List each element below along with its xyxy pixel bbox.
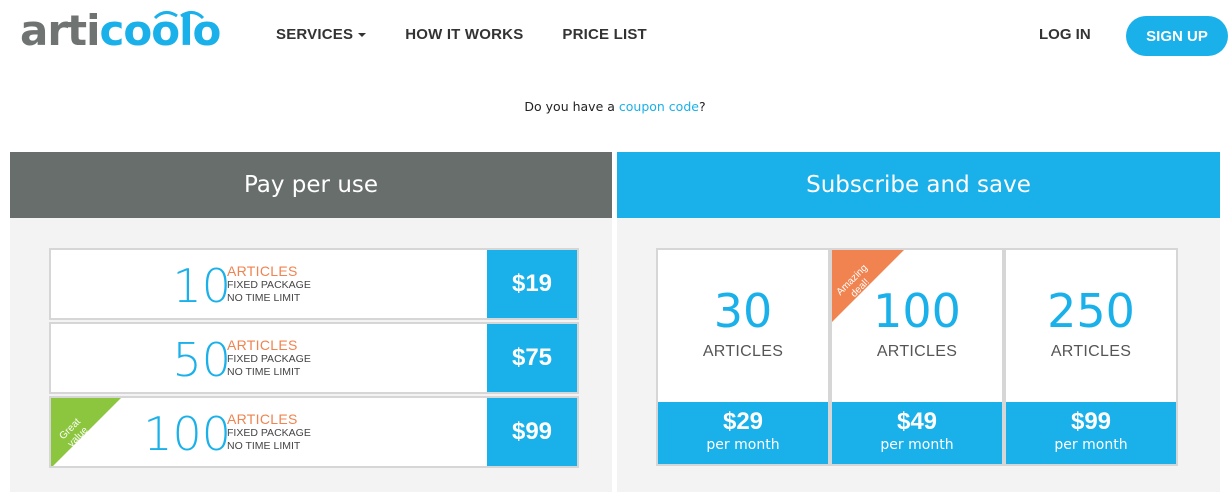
package-info: ARTICLES FIXED PACKAGE NO TIME LIMIT: [227, 412, 311, 453]
card-price: $99: [1070, 408, 1112, 435]
package-qty: 50: [172, 333, 231, 387]
card-qty: 250: [1047, 284, 1135, 338]
subscription-card-250[interactable]: 250 ARTICLES $99 per month: [1004, 248, 1178, 466]
subscribe-title: Subscribe and save: [617, 152, 1220, 218]
site-header: arti coolo SERVICES HOW IT WORKS PRICE LI…: [0, 0, 1230, 74]
package-info: ARTICLES FIXED PACKAGE NO TIME LIMIT: [227, 338, 311, 379]
card-period: per month: [706, 437, 780, 453]
card-period: per month: [1054, 437, 1128, 453]
coupon-code-link[interactable]: coupon code: [619, 99, 699, 114]
nav-item-services[interactable]: SERVICES: [276, 26, 367, 43]
package-kind: ARTICLES: [227, 337, 298, 353]
card-price: $49: [896, 408, 938, 435]
card-price-button[interactable]: $49 per month: [832, 402, 1002, 464]
card-price-button[interactable]: $99 per month: [1006, 402, 1176, 464]
package-price-button[interactable]: $99: [487, 398, 577, 466]
package-kind: ARTICLES: [227, 263, 298, 279]
package-line2: NO TIME LIMIT: [227, 440, 301, 452]
package-qty: 10: [172, 259, 231, 313]
subscribe-panel: Subscribe and save 30 ARTICLES $29 per m…: [617, 152, 1220, 492]
card-kind: ARTICLES: [702, 343, 784, 360]
login-link[interactable]: LOG IN: [1039, 26, 1091, 43]
logo-text-part1: arti: [20, 6, 101, 55]
package-info: ARTICLES FIXED PACKAGE NO TIME LIMIT: [227, 264, 311, 305]
package-line2: NO TIME LIMIT: [227, 292, 301, 304]
package-line1: FIXED PACKAGE: [227, 353, 311, 365]
pay-per-use-panel: Pay per use 10 ARTICLES FIXED PACKAGE NO…: [10, 152, 612, 492]
package-price-button[interactable]: $19: [487, 250, 577, 318]
card-kind: ARTICLES: [876, 343, 958, 360]
package-qty: 100: [143, 407, 231, 461]
coupon-prefix: Do you have a: [524, 99, 619, 114]
subscription-card-30[interactable]: 30 ARTICLES $29 per month: [656, 248, 830, 466]
nav-how-label: HOW IT WORKS: [405, 26, 524, 43]
card-price-button[interactable]: $29 per month: [658, 402, 828, 464]
subscription-card-100[interactable]: Amazing deal! 100 ARTICLES $49 per month: [830, 248, 1004, 466]
package-line2: NO TIME LIMIT: [227, 366, 301, 378]
nav-item-price-list[interactable]: PRICE LIST: [562, 26, 647, 43]
main-nav: SERVICES HOW IT WORKS PRICE LIST: [276, 26, 686, 43]
nav-item-how-it-works[interactable]: HOW IT WORKS: [405, 26, 523, 43]
pay-per-use-title: Pay per use: [10, 152, 612, 218]
signup-button[interactable]: SIGN UP: [1126, 16, 1228, 56]
card-kind: ARTICLES: [1050, 343, 1132, 360]
logo-eyes-icon: [153, 11, 205, 20]
card-period: per month: [880, 437, 954, 453]
package-row-50[interactable]: 50 ARTICLES FIXED PACKAGE NO TIME LIMIT …: [49, 322, 579, 394]
card-price: $29: [722, 408, 764, 435]
package-row-10[interactable]: 10 ARTICLES FIXED PACKAGE NO TIME LIMIT …: [49, 248, 579, 320]
card-qty: 30: [713, 284, 773, 338]
package-kind: ARTICLES: [227, 411, 298, 427]
package-line1: FIXED PACKAGE: [227, 427, 311, 439]
logo[interactable]: arti coolo: [20, 6, 221, 56]
coupon-suffix: ?: [698, 99, 706, 114]
chevron-down-icon: [358, 32, 367, 37]
card-qty: 100: [873, 284, 961, 338]
subscription-cards: 30 ARTICLES $29 per month Amazing deal! …: [656, 248, 1178, 466]
coupon-prompt: Do you have a coupon code?: [0, 99, 1230, 114]
package-row-100[interactable]: Great value 100 ARTICLES FIXED PACKAGE N…: [49, 396, 579, 468]
pay-per-use-list: 10 ARTICLES FIXED PACKAGE NO TIME LIMIT …: [49, 248, 579, 470]
nav-services-label: SERVICES: [276, 26, 354, 43]
package-price-button[interactable]: $75: [487, 324, 577, 392]
package-line1: FIXED PACKAGE: [227, 279, 311, 291]
nav-price-label: PRICE LIST: [562, 26, 647, 43]
